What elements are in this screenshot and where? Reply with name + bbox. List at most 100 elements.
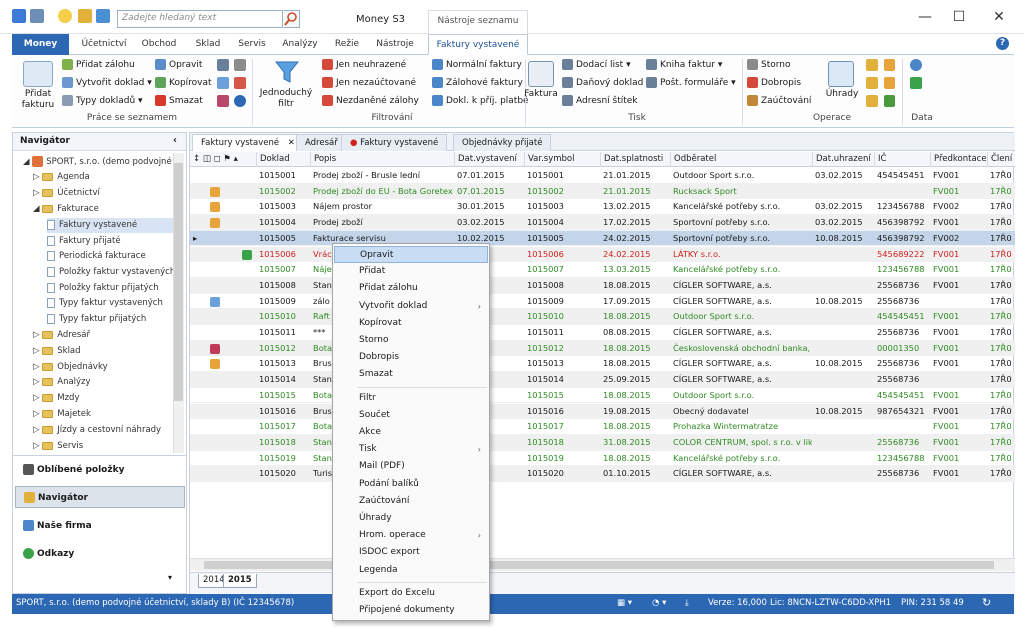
tree-faktury-prijate[interactable]: Faktury přijaté xyxy=(47,234,121,249)
tree-typy-prijatych[interactable]: Typy faktur přijatých xyxy=(47,312,146,327)
folder-icon[interactable] xyxy=(866,77,878,89)
table-row[interactable]: 1015006Vrác2015101500624.02.2015LÁTKY s.… xyxy=(190,246,1015,263)
sum-icon[interactable] xyxy=(234,59,246,71)
header-icons[interactable]: ↕ ◫ ◻ ⚑ ▴ xyxy=(190,152,256,167)
download-icon[interactable]: ⤓ xyxy=(685,598,689,608)
table-row[interactable]: 1015004 Prodej zboží 03.02.2015 1015004 17.0… xyxy=(190,215,1015,231)
lock-icon[interactable] xyxy=(884,59,895,71)
tree-sklad[interactable]: ▷ Sklad xyxy=(33,344,81,359)
context-menu-item[interactable]: Zaúčtování xyxy=(334,493,488,510)
tree-adresar[interactable]: ▷ Adresář xyxy=(33,328,90,343)
excel-icon[interactable] xyxy=(910,77,922,89)
year-tab-2015[interactable]: 2015 xyxy=(223,574,257,588)
collapse-icon[interactable]: ‹ xyxy=(173,135,177,146)
close-tab-icon[interactable]: ✕ xyxy=(288,138,295,148)
context-menu-item[interactable]: Akce xyxy=(334,424,488,441)
untaxed-deposits-filter[interactable]: Nezdaněné zálohy xyxy=(322,95,419,106)
payments-button[interactable]: Úhrady xyxy=(824,89,860,99)
create-document-button[interactable]: Vytvořit doklad ▾ xyxy=(62,77,152,88)
print-icon[interactable] xyxy=(217,95,229,107)
col-dat-uhrazeni[interactable]: Dat.uhrazení xyxy=(812,152,874,167)
tree-root[interactable]: ◢ SPORT, s.r.o. (demo podvojné ú xyxy=(23,155,180,170)
our-company-button[interactable]: Naše firma xyxy=(15,515,185,537)
normal-invoices-filter[interactable]: Normální faktury xyxy=(432,59,522,70)
table-row[interactable]: 1015013Brus2015101501318.08.2015CÍGLER S… xyxy=(190,356,1015,373)
horizontal-scrollbar[interactable] xyxy=(190,558,1015,571)
calendar-icon[interactable]: ▦ ▾ xyxy=(617,598,632,608)
context-menu-item[interactable]: Opravit xyxy=(334,246,488,264)
help-icon[interactable]: ? xyxy=(996,37,1009,50)
table-row[interactable]: 1015017Bota2015101501718.08.2015Prohazka… xyxy=(190,419,1015,435)
tab-servis[interactable]: Servis xyxy=(234,34,270,55)
context-menu-item[interactable]: Tisk › xyxy=(334,441,488,458)
tree-objednavky[interactable]: ▷ Objednávky xyxy=(33,360,108,375)
tab-obchod[interactable]: Obchod xyxy=(136,34,182,55)
context-menu-item[interactable]: Dobropis xyxy=(334,349,488,366)
copy-button[interactable]: Kopírovat xyxy=(155,77,212,88)
doc-tab-faktury-vystavene-2[interactable]: ● Faktury vystavené xyxy=(341,134,448,151)
col-doklad[interactable]: Doklad xyxy=(256,152,310,167)
filter-icon[interactable] xyxy=(96,9,110,23)
lock-icon[interactable] xyxy=(884,77,895,89)
table-row[interactable]: 1015014Stan2015101501425.09.2015CÍGLER S… xyxy=(190,372,1015,388)
tab-sklad[interactable]: Sklad xyxy=(190,34,226,55)
tree-agenda[interactable]: ▷ Agenda xyxy=(33,170,90,185)
tree-ucetnictvi[interactable]: ▷ Účetnictví xyxy=(33,186,100,201)
context-menu-item[interactable]: Úhrady xyxy=(334,510,488,527)
col-dat-vystaveni[interactable]: Dat.vystavení xyxy=(454,152,524,167)
storno-button[interactable]: Storno xyxy=(747,59,791,70)
tab-money[interactable]: Money xyxy=(12,34,69,55)
tax-document-button[interactable]: Daňový doklad ▾ xyxy=(562,77,651,88)
context-menu-item[interactable]: Export do Excelu xyxy=(334,585,488,602)
tree-polozky-prijatych[interactable]: Položky faktur přijatých xyxy=(47,281,159,296)
lightbulb-icon[interactable] xyxy=(58,9,72,23)
context-menu-item[interactable]: Součet xyxy=(334,407,488,424)
refresh-icon[interactable]: ↻ xyxy=(982,596,991,609)
table-row[interactable]: 1015012Bota2015101501218.08.2015Českoslo… xyxy=(190,340,1015,357)
add-deposit-button[interactable]: Přidat zálohu xyxy=(62,59,135,70)
context-menu-item[interactable]: Mail (PDF) xyxy=(334,458,488,475)
col-ic[interactable]: IČ xyxy=(874,152,930,167)
context-menu-item[interactable]: Vytvořit doklad › xyxy=(334,298,488,315)
table-row[interactable]: 1015007Nájem2015101500713.03.2015Kancelá… xyxy=(190,262,1015,278)
table-row[interactable]: 1015011***2015101501108.08.2015CÍGLER SO… xyxy=(190,325,1015,341)
invoice-book-button[interactable]: Kniha faktur ▾ xyxy=(646,59,722,70)
unpaid-filter[interactable]: Jen neuhrazené xyxy=(322,59,406,70)
rss-icon[interactable]: ◔ ▾ xyxy=(652,598,666,608)
tab-nastroje[interactable]: Nástroje xyxy=(372,34,418,55)
minimize-button[interactable]: — xyxy=(910,8,940,26)
table-row[interactable]: 1015020Turis2015101502001.10.2015CÍGLER … xyxy=(190,466,1015,482)
tree-jizdy[interactable]: ▷ Jízdy a cestovní náhrady xyxy=(33,423,161,438)
navigator-scroll-thumb[interactable] xyxy=(174,163,183,401)
context-menu-item[interactable]: Přidat xyxy=(334,263,488,280)
context-menu-item[interactable]: Kopírovat xyxy=(334,315,488,332)
document-types-button[interactable]: Typy dokladů ▾ xyxy=(62,95,143,106)
address-label-button[interactable]: Adresní štítek xyxy=(562,95,638,106)
help-small-icon[interactable] xyxy=(234,95,246,107)
tab-analyzy[interactable]: Analýzy xyxy=(278,34,322,55)
col-popis[interactable]: Popis xyxy=(310,152,454,167)
tab-faktury-vystavene[interactable]: Faktury vystavené xyxy=(428,34,528,55)
table-row[interactable]: 1015016Brus2015101501619.08.2015Obecný d… xyxy=(190,403,1015,420)
table-row[interactable]: 1015008Stan2015101500818.08.2015CÍGLER S… xyxy=(190,277,1015,294)
edit-button[interactable]: Opravit xyxy=(155,59,202,70)
folder-icon[interactable] xyxy=(866,59,878,71)
search-button[interactable] xyxy=(284,10,300,28)
doc-tab-faktury-vystavene[interactable]: Faktury vystavené ✕ xyxy=(192,134,304,151)
search-input[interactable]: Zadejte hledaný text xyxy=(117,10,283,28)
context-menu-item[interactable]: Přidat zálohu xyxy=(334,280,488,297)
add-invoice-button[interactable]: Přidat fakturu xyxy=(18,89,58,111)
col-dat-splatnosti[interactable]: Dat.splatnosti xyxy=(600,152,670,167)
tree-servis[interactable]: ▷ Servis xyxy=(33,439,83,454)
tab-ucetnictvi[interactable]: Účetnictví xyxy=(74,34,134,55)
table-row[interactable]: 1015002 Prodej zboží do EU - Bota Goretex… xyxy=(190,183,1015,200)
table-row[interactable]: 1015010Raft2015101501018.08.2015Outdoor … xyxy=(190,309,1015,325)
links-button[interactable]: Odkazy xyxy=(15,543,185,565)
table-row[interactable]: 1015003 Nájem prostor 30.01.2015 1015003 13.… xyxy=(190,199,1015,216)
delete-button[interactable]: Smazat xyxy=(155,95,203,106)
maximize-button[interactable]: ☐ xyxy=(944,8,974,26)
deposit-invoices-filter[interactable]: Zálohové faktury xyxy=(432,77,523,88)
table-row[interactable]: 1015018Stan2015101501831.08.2015COLOR CE… xyxy=(190,434,1015,451)
favorites-button[interactable]: Oblíbené položky xyxy=(15,459,185,481)
folder-icon[interactable] xyxy=(866,95,878,107)
